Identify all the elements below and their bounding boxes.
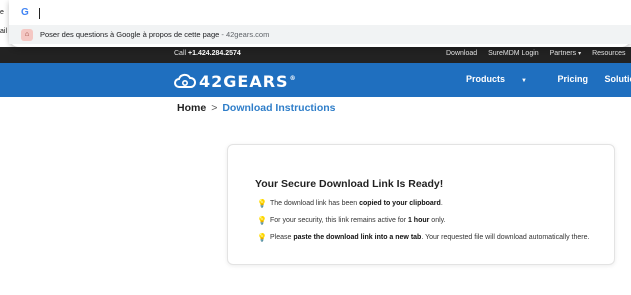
phone-number: +1.424.284.2574 [188, 50, 241, 57]
chevron-down-icon: ▼ [521, 78, 527, 84]
phone-contact[interactable]: Call +1.424.284.2574 [174, 50, 241, 57]
main-nav: 42GEARS® Products▼ Pricing Solutions▼ Su [0, 63, 631, 97]
omnibox-suggestion[interactable]: ⌂ Poser des questions à Google à propos … [9, 25, 631, 44]
utility-link-resources[interactable]: Resources [592, 50, 625, 57]
browser-page: e ail Call +1.424.284.2574 Download Sure… [0, 0, 631, 295]
info-item: 💡 For your security, this link remains a… [257, 216, 446, 225]
omnibox-input-row[interactable]: G [21, 6, 40, 20]
info-text: For your security, this link remains act… [270, 217, 446, 224]
logo-text: 42GEARS [199, 71, 289, 91]
nav-links: Products▼ Pricing Solutions▼ Su [466, 74, 631, 84]
chevron-down-icon: ▾ [578, 51, 582, 57]
card-title: Your Secure Download Link Is Ready! [255, 178, 444, 190]
utility-link-partners[interactable]: Partners ▾ [550, 50, 581, 57]
info-text-plain: only. [429, 217, 446, 224]
nav-item-products[interactable]: Products ▼ [466, 74, 541, 84]
lightbulb-icon: 💡 [257, 233, 267, 242]
info-text-plain: . [440, 200, 443, 207]
cloud-logo-icon [174, 73, 196, 88]
info-item: 💡 Please paste the download link into a … [257, 233, 589, 242]
info-text: The download link has been copied to you… [270, 200, 443, 207]
info-text-plain: . Your requested file will download auto… [421, 234, 590, 241]
info-text-bold: 1 hour [407, 217, 430, 224]
suggestion-separator: - [219, 30, 226, 39]
info-text-bold: copied to your clipboard [359, 200, 441, 207]
nav-item-solutions[interactable]: Solutions▼ [605, 74, 631, 84]
breadcrumb-home[interactable]: Home [177, 102, 206, 114]
text-cursor [39, 7, 40, 19]
omnibox-dropdown: G ⌂ Poser des questions à Google à propo… [9, 0, 631, 47]
breadcrumb: Home > Download Instructions [177, 102, 336, 114]
utility-link-partners-label: Partners [549, 50, 577, 57]
registered-mark: ® [289, 75, 297, 83]
breadcrumb-current: Download Instructions [222, 102, 336, 114]
lightbulb-icon: 💡 [257, 199, 267, 208]
info-text-plain: For your security, this link remains act… [270, 217, 408, 224]
info-text-plain: Please [270, 234, 294, 241]
info-text: Please paste the download link into a ne… [270, 234, 589, 241]
lightbulb-icon: 💡 [257, 216, 267, 225]
suggestion-text: Poser des questions à Google à propos de… [40, 30, 269, 39]
nav-item-label: Solutions [604, 74, 631, 84]
google-icon: G [21, 7, 29, 18]
logo-wordmark: 42GEARS® [199, 72, 297, 91]
nav-item-label: Products [466, 74, 506, 84]
info-text-plain: The download link has been [270, 200, 360, 207]
download-info-card: Your Secure Download Link Is Ready! 💡 Th… [227, 144, 615, 265]
phone-prefix: Call [174, 50, 189, 57]
utility-link-download[interactable]: Download [446, 50, 477, 57]
nav-item-pricing[interactable]: Pricing [557, 74, 588, 84]
top-utility-bar: Call +1.424.284.2574 Download SureMDM Lo… [0, 47, 631, 63]
edge-fragment: e [0, 9, 4, 16]
info-item: 💡 The download link has been copied to y… [257, 199, 443, 208]
utility-links: Download SureMDM Login Partners ▾ Resourc… [446, 50, 631, 57]
suggestion-label: Poser des questions à Google à propos de… [40, 30, 220, 39]
breadcrumb-separator: > [211, 102, 218, 114]
site-logo[interactable]: 42GEARS® [174, 72, 297, 91]
utility-link-suremdm-login[interactable]: SureMDM Login [488, 50, 539, 57]
info-text-bold: paste the download link into a new tab [293, 234, 422, 241]
edge-fragment: ail [0, 28, 8, 35]
suggestion-domain: 42gears.com [225, 30, 270, 39]
page-ask-icon: ⌂ [21, 28, 33, 41]
